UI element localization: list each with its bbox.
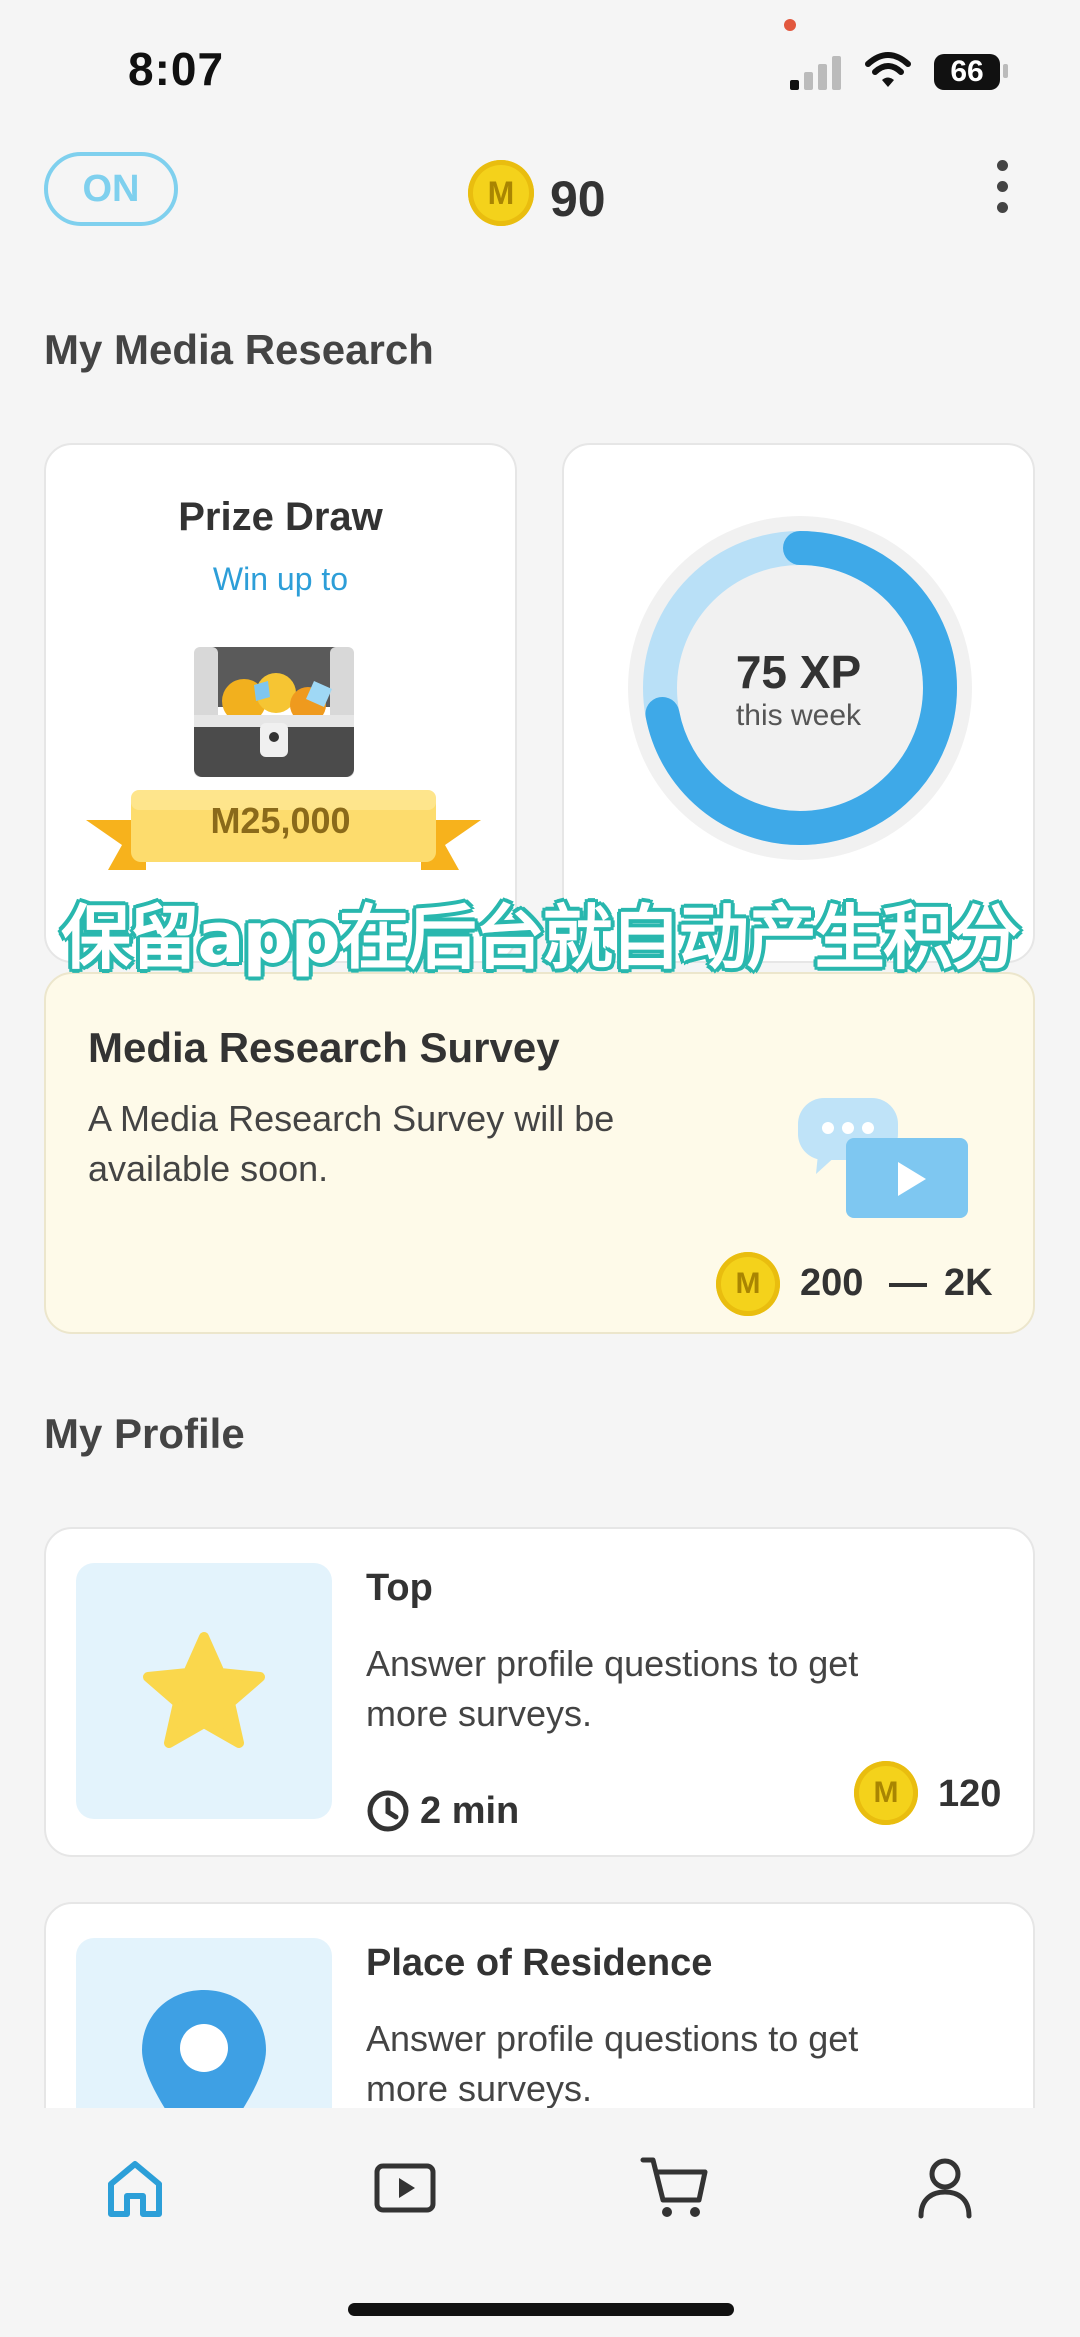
- recording-indicator: [784, 19, 796, 31]
- survey-reward-max: 2K: [944, 1262, 993, 1304]
- coin-balance: 90: [550, 171, 606, 227]
- profile-card-description: Answer profile questions to get more sur…: [366, 2018, 859, 2109]
- profile-card-time: 2 min: [420, 1789, 520, 1832]
- coin-icon: M: [854, 1761, 918, 1825]
- home-indicator[interactable]: [348, 2303, 734, 2316]
- section-title-media-research: My Media Research: [44, 326, 434, 373]
- video-play-icon: [374, 2163, 436, 2213]
- profile-icon: [918, 2158, 972, 2219]
- overlay-caption: 保留app在后台就自动产生积分: [61, 897, 1020, 979]
- wifi-icon: [865, 52, 911, 87]
- nav-home[interactable]: [95, 2148, 175, 2228]
- survey-reward-min: 200: [800, 1262, 864, 1304]
- more-menu-icon[interactable]: [990, 160, 1014, 224]
- survey-title: Media Research Survey: [88, 1024, 560, 1071]
- video-survey-icon: [798, 1098, 968, 1218]
- survey-description: A Media Research Survey will be availabl…: [88, 1098, 615, 1189]
- nav-shop[interactable]: [635, 2148, 715, 2228]
- nav-profile[interactable]: [905, 2148, 985, 2228]
- profile-card-description: Answer profile questions to get more sur…: [366, 1643, 859, 1734]
- prize-draw-subtitle: Win up to: [212, 561, 349, 597]
- star-icon: [143, 1632, 265, 1748]
- section-title-profile: My Profile: [44, 1410, 245, 1457]
- treasure-chest-icon: [194, 647, 354, 777]
- profile-card-top[interactable]: Top Answer profile questions to get more…: [44, 1527, 1035, 1857]
- profile-card-title: Top: [366, 1567, 433, 1609]
- coin-icon: M: [716, 1252, 780, 1316]
- cart-icon: [640, 2157, 708, 2217]
- home-icon: [108, 2161, 162, 2217]
- range-dash: [889, 1283, 927, 1287]
- profile-card-thumbnail: [76, 1563, 332, 1819]
- prize-amount: M25,000: [210, 800, 351, 841]
- profile-card-reward: 120: [938, 1773, 1002, 1815]
- media-research-survey-card[interactable]: Media Research Survey A Media Research S…: [44, 972, 1035, 1334]
- status-time: 8:07: [128, 43, 225, 95]
- coin-icon: M: [468, 160, 534, 226]
- nav-videos[interactable]: [365, 2148, 445, 2228]
- auto-collect-toggle[interactable]: ON: [44, 152, 178, 226]
- prize-draw-title: Prize Draw: [178, 495, 383, 539]
- clock-icon: [367, 1790, 409, 1832]
- signal-icon: [790, 56, 841, 90]
- xp-label: this week: [735, 699, 862, 732]
- profile-card-duration: 2 min: [366, 1789, 519, 1833]
- battery-tip: [1003, 64, 1008, 78]
- profile-card-title: Place of Residence: [366, 1942, 713, 1984]
- xp-value: 75 XP: [735, 646, 862, 698]
- battery-icon: 66: [934, 54, 1000, 90]
